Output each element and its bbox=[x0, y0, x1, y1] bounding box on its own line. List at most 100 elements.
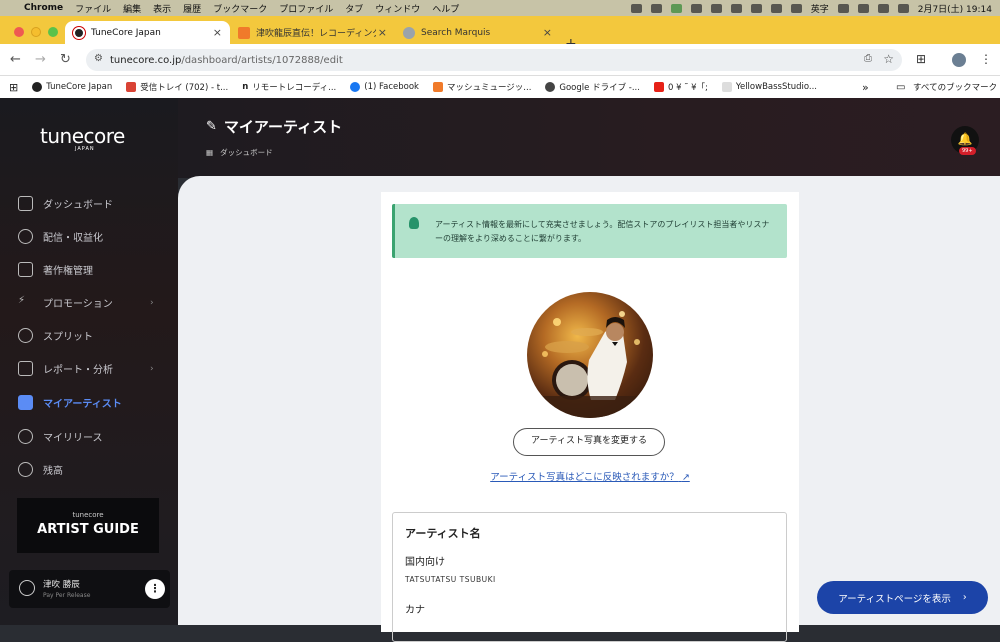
close-tab-icon[interactable]: × bbox=[543, 26, 552, 39]
status-icon[interactable] bbox=[630, 3, 642, 13]
photo-help-link[interactable]: アーティスト写真はどこに反映されますか？ ↗ bbox=[381, 469, 799, 483]
yen-icon bbox=[18, 462, 33, 477]
bookmark-item[interactable]: 受信トレイ (702) - t... bbox=[126, 81, 228, 93]
control-center-icon[interactable] bbox=[897, 3, 909, 13]
sidebar: tunecore JAPAN ダッシュボード 配信・収益化 著作権管理 ⚡ プロモー… bbox=[0, 98, 178, 625]
bookmark-star-icon[interactable]: ☆ bbox=[883, 52, 894, 66]
tab-tunecore[interactable]: TuneCore Japan × bbox=[65, 21, 230, 44]
user-card[interactable]: 津吹 勝辰 Pay Per Release ⋮ bbox=[9, 570, 170, 608]
chevron-right-icon: › bbox=[962, 592, 967, 603]
tab-title: Search Marquis bbox=[421, 27, 491, 38]
status-icon[interactable] bbox=[650, 3, 662, 13]
forward-icon[interactable]: → bbox=[35, 52, 46, 67]
bluetooth-icon[interactable] bbox=[790, 3, 802, 13]
globe-favicon-icon bbox=[403, 26, 415, 39]
minimize-window-icon[interactable] bbox=[31, 27, 41, 37]
menu-history[interactable]: 履歴 bbox=[183, 2, 201, 15]
menu-edit[interactable]: 編集 bbox=[123, 2, 141, 15]
user-name: 津吹 勝辰 bbox=[43, 580, 80, 590]
close-tab-icon[interactable]: × bbox=[213, 26, 222, 39]
battery-icon[interactable] bbox=[837, 3, 849, 13]
line-icon[interactable] bbox=[670, 3, 682, 13]
guide-brand: tunecore bbox=[72, 511, 104, 519]
bookmark-item[interactable]: マッシュミュージッ... bbox=[432, 81, 531, 93]
report-icon bbox=[18, 361, 33, 376]
tab-search-marquis[interactable]: Search Marquis × bbox=[395, 21, 560, 44]
bolt-icon: ⚡ bbox=[18, 295, 26, 306]
back-icon[interactable]: ← bbox=[10, 52, 21, 67]
breadcrumb: ▦ ダッシュボード bbox=[206, 147, 273, 158]
sidebar-item-copyright[interactable]: 著作権管理 bbox=[18, 262, 93, 277]
profile-avatar[interactable] bbox=[952, 53, 966, 67]
sidebar-item-my-release[interactable]: マイリリース bbox=[18, 429, 103, 444]
disc-icon bbox=[18, 429, 33, 444]
menu-help[interactable]: ヘルプ bbox=[432, 2, 459, 15]
sidebar-item-reports[interactable]: レポート・分析 bbox=[18, 361, 113, 376]
gmail-icon bbox=[126, 82, 137, 92]
tab-recording[interactable]: 津吹龍辰直伝！レコーディング& × bbox=[230, 21, 395, 44]
close-window-icon[interactable] bbox=[14, 27, 24, 37]
menu-tab[interactable]: タブ bbox=[345, 2, 363, 15]
bookmark-label: リモートレコーディ... bbox=[252, 83, 337, 93]
artist-guide-banner[interactable]: tunecore ARTIST GUIDE bbox=[17, 498, 159, 553]
sidebar-item-label: マイリリース bbox=[43, 433, 103, 444]
artist-name-section: アーティスト名 国内向け TATSUTATSU TSUBUKI カナ bbox=[392, 512, 787, 642]
chevron-right-icon[interactable]: › bbox=[150, 298, 154, 308]
moon-icon[interactable] bbox=[690, 3, 702, 13]
menu-app-name[interactable]: Chrome bbox=[24, 3, 63, 13]
tunecore-logo[interactable]: tunecore JAPAN bbox=[40, 124, 125, 152]
j-icon bbox=[721, 82, 732, 92]
menu-window[interactable]: ウィンドウ bbox=[375, 2, 420, 15]
input-mode-label[interactable]: 英字 bbox=[811, 2, 829, 15]
extensions-icon[interactable]: ⊞ bbox=[916, 52, 926, 66]
url-host: tunecore.co.jp bbox=[110, 54, 182, 66]
bookmark-item[interactable]: Google ドライブ -... bbox=[545, 81, 640, 93]
wifi-icon[interactable] bbox=[857, 3, 869, 13]
more-options-icon[interactable]: ⋮ bbox=[145, 579, 165, 599]
menu-view[interactable]: 表示 bbox=[153, 2, 171, 15]
sidebar-item-label: スプリット bbox=[43, 332, 93, 343]
time-machine-icon[interactable] bbox=[730, 3, 742, 13]
maximize-window-icon[interactable] bbox=[48, 27, 58, 37]
all-bookmarks-label[interactable]: すべてのブックマーク bbox=[913, 81, 997, 93]
screen-mirror-icon[interactable] bbox=[750, 3, 762, 13]
bookmark-item[interactable]: TuneCore Japan bbox=[32, 82, 112, 92]
bookmark-item[interactable]: 0 ¥ ˜ ¥「; bbox=[653, 81, 708, 93]
bookmark-item[interactable]: n リモートレコーディ... bbox=[242, 81, 336, 93]
sidebar-item-distribution[interactable]: 配信・収益化 bbox=[18, 229, 103, 244]
chrome-menu-icon[interactable]: ⋮ bbox=[980, 52, 992, 66]
bookmark-item[interactable]: (1) Facebook bbox=[350, 82, 419, 92]
browser-toolbar: ← → ↻ ⚙ tunecore.co.jp/dashboard/artists… bbox=[0, 44, 1000, 76]
bookmark-label: 0 ¥ ˜ ¥「; bbox=[667, 83, 708, 93]
bookmark-item[interactable]: YellowBassStudio... bbox=[721, 82, 817, 92]
bookmark-label: 受信トレイ (702) - t... bbox=[140, 83, 229, 93]
main-content: アーティスト情報を最新にして充実させましょう。配信ストアのプレイリスト担当者やリ… bbox=[178, 176, 1000, 642]
site-info-icon[interactable]: ⚙ bbox=[94, 53, 103, 64]
change-photo-button[interactable]: アーティスト写真を変更する bbox=[513, 428, 665, 456]
globe-icon bbox=[18, 229, 33, 244]
note-icon: n bbox=[242, 82, 249, 92]
apps-grid-icon[interactable]: ⊞ bbox=[9, 81, 18, 94]
menu-file[interactable]: ファイル bbox=[75, 2, 111, 15]
tab-title: TuneCore Japan bbox=[91, 27, 161, 38]
close-tab-icon[interactable]: × bbox=[378, 26, 387, 39]
search-icon[interactable] bbox=[877, 3, 889, 13]
sidebar-item-split[interactable]: スプリット bbox=[18, 328, 93, 343]
address-bar[interactable]: ⚙ tunecore.co.jp/dashboard/artists/10728… bbox=[86, 49, 902, 71]
reload-icon[interactable]: ↻ bbox=[60, 52, 71, 67]
menu-profile[interactable]: プロファイル bbox=[279, 2, 333, 15]
more-bookmarks-icon[interactable]: » bbox=[862, 81, 869, 94]
sidebar-item-my-artist[interactable]: マイアーティスト bbox=[18, 395, 122, 410]
sidebar-item-dashboard[interactable]: ダッシュボード bbox=[18, 196, 113, 211]
sidebar-item-balance[interactable]: 残高 bbox=[18, 462, 63, 477]
volume-icon[interactable] bbox=[770, 3, 782, 13]
sidebar-item-promotion[interactable]: ⚡ プロモーション bbox=[18, 295, 113, 310]
breadcrumb-dashboard[interactable]: ダッシュボード bbox=[220, 147, 273, 158]
display-icon[interactable] bbox=[710, 3, 722, 13]
menu-bookmarks[interactable]: ブックマーク bbox=[213, 2, 267, 15]
book-icon bbox=[18, 262, 33, 277]
install-icon[interactable]: ⎙ bbox=[864, 53, 872, 64]
view-artist-page-button[interactable]: アーティストページを表示 › bbox=[817, 581, 988, 614]
menubar-clock[interactable]: 2月7日(土) 19:14 bbox=[918, 2, 992, 15]
chevron-right-icon[interactable]: › bbox=[150, 364, 154, 374]
